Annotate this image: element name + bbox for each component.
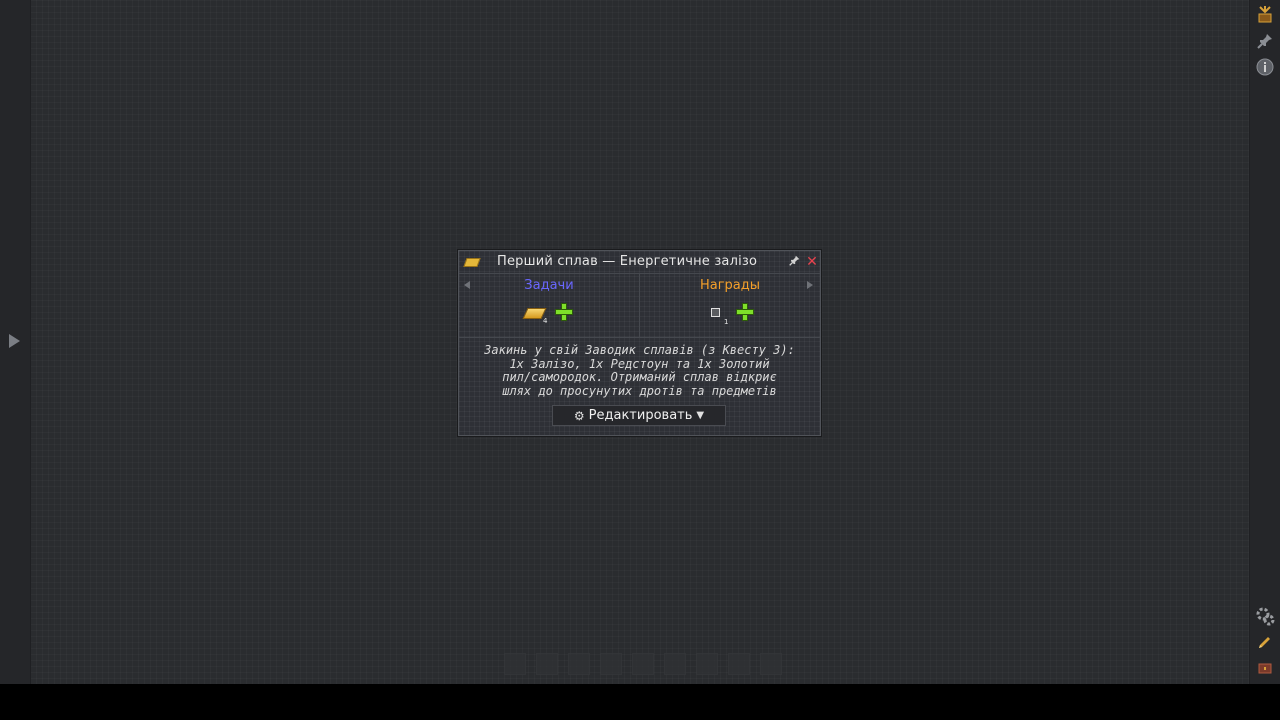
hotbar-slot: [536, 653, 558, 675]
expand-sidebar-icon[interactable]: [9, 334, 20, 348]
pin-icon[interactable]: [1255, 31, 1275, 51]
pin-icon: [788, 255, 799, 266]
add-task-icon[interactable]: [556, 304, 572, 320]
hotbar-slot: [504, 653, 526, 675]
description-line: пил/самородок. Отриманий сплав відкриє: [502, 370, 777, 384]
hotbar-slot: [600, 653, 622, 675]
tab-tasks[interactable]: Задачи: [459, 278, 639, 293]
close-button[interactable]: ✕: [805, 254, 819, 270]
tabs-row: Задачи Награды: [459, 273, 820, 338]
hotbar: [504, 653, 782, 675]
quest-viewport[interactable]: Перший сплав — Енергетичне залізо ✕ Зада…: [0, 0, 1280, 684]
hotbar-slot: [664, 653, 686, 675]
settings-puzzle-icon[interactable]: [1255, 606, 1275, 626]
dialog-title: Перший сплав — Енергетичне залізо: [497, 254, 758, 269]
hotbar-slot: [632, 653, 654, 675]
hotbar-slot: [760, 653, 782, 675]
hotbar-slot: [696, 653, 718, 675]
pin-button[interactable]: [787, 255, 801, 269]
hotbar-slot: [728, 653, 750, 675]
description-line: Закинь у свій Заводик сплавів (з Квесту …: [484, 343, 795, 357]
gear-icon: ⚙: [573, 408, 585, 423]
quest-book-icon[interactable]: [1255, 4, 1275, 24]
add-reward-icon[interactable]: [737, 304, 753, 320]
quest-description: Закинь у свій Заводик сплавів (з Квесту …: [465, 343, 814, 398]
description-line: шлях до просунутих дротів та предметів: [502, 383, 777, 398]
quest-dialog: Перший сплав — Енергетичне залізо ✕ Зада…: [458, 250, 821, 436]
dialog-header: Перший сплав — Енергетичне залізо ✕: [459, 251, 820, 273]
chest-icon[interactable]: [1255, 658, 1275, 678]
right-sidebar: [1249, 0, 1280, 684]
task-item-count: 4: [543, 317, 548, 325]
item-frame-icon[interactable]: [711, 308, 720, 317]
quest-ingot-icon: [463, 258, 481, 267]
info-icon[interactable]: [1255, 57, 1275, 77]
pencil-icon[interactable]: [1255, 632, 1275, 652]
left-sidebar: [0, 0, 31, 684]
chevron-down-icon: ▼: [696, 410, 705, 421]
hotbar-slot: [568, 653, 590, 675]
description-line: 1х Залізо, 1х Редстоун та 1х Золотий: [509, 356, 770, 371]
tab-rewards[interactable]: Награды: [640, 278, 820, 293]
reward-item-count: 1: [724, 318, 729, 326]
edit-dropdown-button[interactable]: ⚙ Редактировать ▼: [552, 405, 726, 426]
edit-button-label: Редактировать: [588, 408, 693, 423]
